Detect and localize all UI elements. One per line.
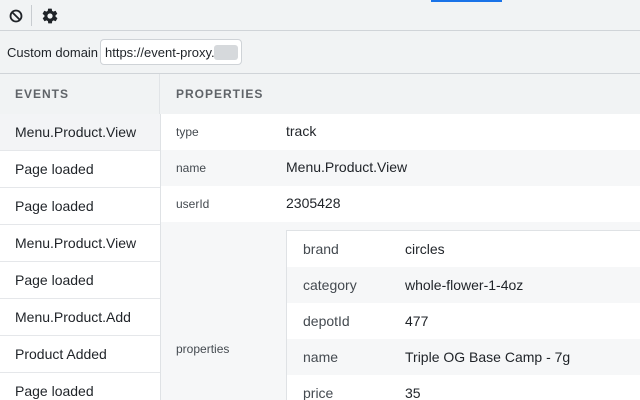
- nested-row-price: price 35: [287, 375, 640, 400]
- gear-icon: [42, 8, 58, 24]
- events-header: EVENTS: [0, 74, 160, 114]
- property-key: type: [176, 125, 199, 139]
- property-value: 2305428: [286, 195, 341, 211]
- nested-value: circles: [405, 241, 445, 257]
- custom-domain-label: Custom domain: [7, 45, 99, 60]
- nested-key: brand: [303, 241, 339, 257]
- nested-value: 35: [405, 385, 421, 400]
- event-item[interactable]: Menu.Product.View: [0, 225, 160, 262]
- property-key: name: [176, 161, 207, 175]
- properties-panel: type track name Menu.Product.View userId…: [161, 114, 640, 400]
- nested-key: price: [303, 385, 334, 400]
- property-key: userId: [176, 197, 210, 211]
- nested-value: Triple OG Base Camp - 7g: [405, 349, 571, 365]
- property-row-properties: properties brand circles category whole-…: [161, 222, 640, 400]
- active-tab-indicator: [431, 0, 502, 2]
- event-item[interactable]: Menu.Product.View: [0, 114, 160, 151]
- custom-domain-row: Custom domain: [0, 31, 640, 74]
- event-item[interactable]: Menu.Product.Add: [0, 299, 160, 336]
- properties-header: PROPERTIES: [160, 74, 640, 114]
- property-value: track: [286, 123, 317, 139]
- property-key: properties: [176, 342, 230, 356]
- nested-key: name: [303, 349, 339, 365]
- event-item[interactable]: Page loaded: [0, 151, 160, 188]
- nested-key: depotId: [303, 313, 350, 329]
- settings-button[interactable]: [39, 5, 61, 27]
- nested-row-depotid: depotId 477: [287, 303, 640, 339]
- property-row-name: name Menu.Product.View: [161, 150, 640, 186]
- event-item[interactable]: Page loaded: [0, 262, 160, 299]
- property-row-userid: userId 2305428: [161, 186, 640, 222]
- toolbar: [0, 0, 640, 31]
- clear-button[interactable]: [5, 5, 27, 27]
- redacted-text: [214, 45, 238, 60]
- devtools-panel: Custom domain EVENTS PROPERTIES Menu.Pro…: [0, 0, 640, 400]
- events-list: Menu.Product.View Page loaded Page loade…: [0, 114, 161, 400]
- event-item[interactable]: Product Added: [0, 336, 160, 373]
- block-icon: [9, 9, 23, 23]
- event-item[interactable]: Page loaded: [0, 188, 160, 225]
- toolbar-divider: [31, 5, 32, 26]
- nested-value: 477: [405, 313, 429, 329]
- nested-properties-table: brand circles category whole-flower-1-4o…: [286, 230, 640, 400]
- event-item[interactable]: Page loaded: [0, 373, 160, 400]
- nested-row-name: name Triple OG Base Camp - 7g: [287, 339, 640, 375]
- property-value: Menu.Product.View: [286, 159, 408, 175]
- nested-row-brand: brand circles: [287, 231, 640, 267]
- nested-row-category: category whole-flower-1-4oz: [287, 267, 640, 303]
- nested-key: category: [303, 277, 357, 293]
- property-row-type: type track: [161, 114, 640, 150]
- nested-value: whole-flower-1-4oz: [405, 277, 524, 293]
